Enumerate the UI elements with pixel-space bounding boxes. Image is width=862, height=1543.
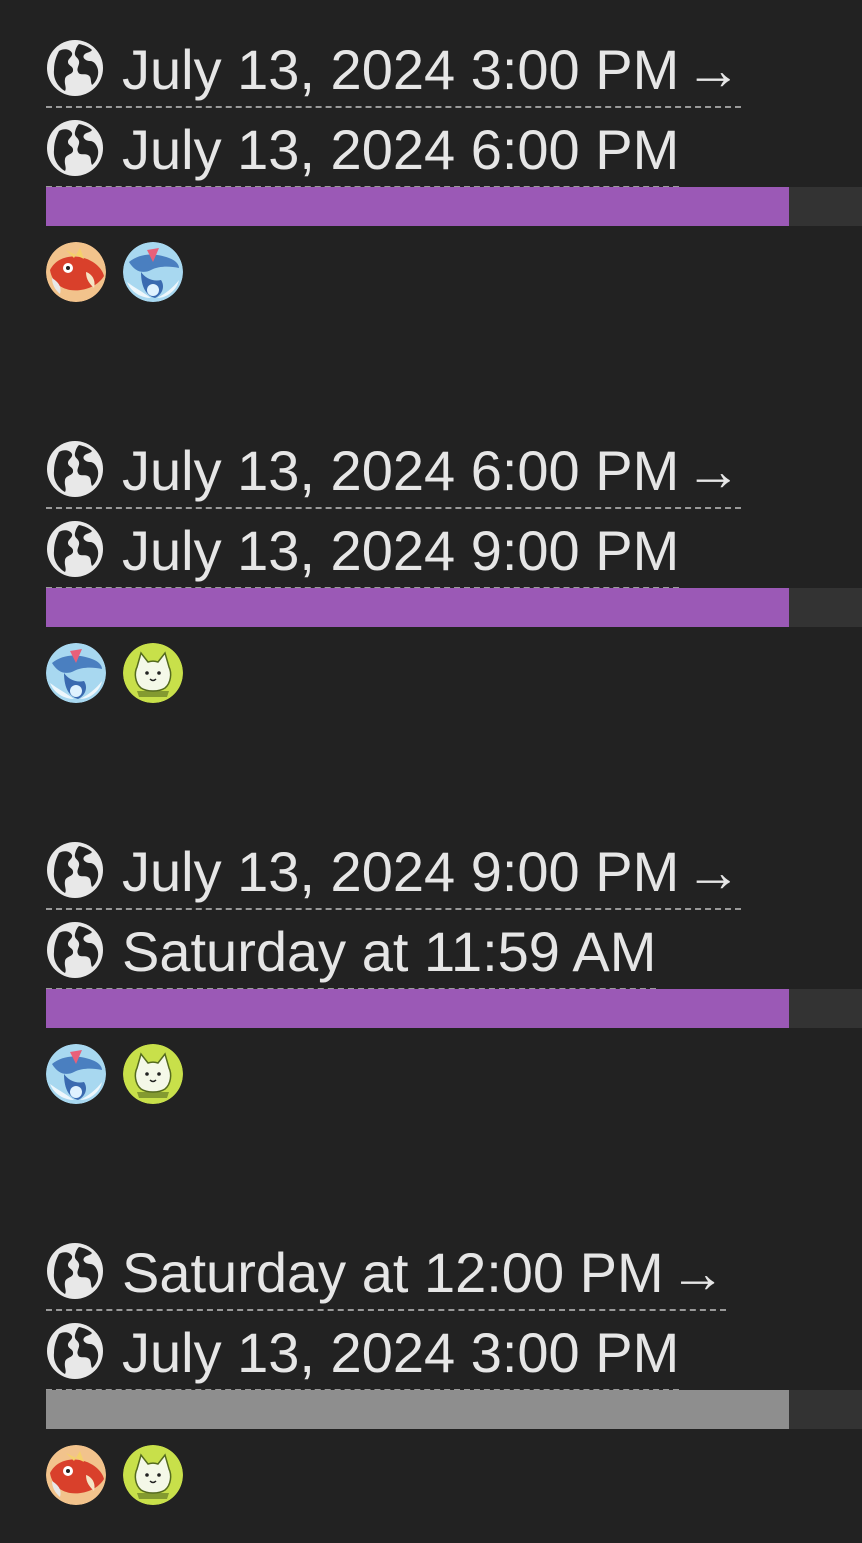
progress-bar xyxy=(46,588,862,627)
event-end-label: Saturday at 11:59 AM xyxy=(122,920,657,983)
gyarados-icon[interactable] xyxy=(46,1044,106,1104)
battle-cat-icon[interactable] xyxy=(123,1044,183,1104)
event-end-time[interactable]: July 13, 2024 9:00 PM xyxy=(46,519,680,589)
event-start-time[interactable]: July 13, 2024 3:00 PM → xyxy=(46,38,742,108)
event-item: July 13, 2024 6:00 PM → July 13, 2024 9:0… xyxy=(46,430,862,703)
event-start-row: Saturday at 12:00 PM → xyxy=(46,1232,862,1312)
globe-icon xyxy=(46,520,104,578)
progress-bar-fill xyxy=(46,187,789,226)
gyarados-icon[interactable] xyxy=(46,643,106,703)
globe-icon xyxy=(46,440,104,498)
globe-icon xyxy=(46,1322,104,1380)
event-item: Saturday at 12:00 PM → July 13, 2024 3:00… xyxy=(46,1232,862,1505)
progress-bar-fill xyxy=(46,1390,789,1429)
globe-icon xyxy=(46,841,104,899)
event-end-time[interactable]: Saturday at 11:59 AM xyxy=(46,920,657,990)
event-end-time[interactable]: July 13, 2024 3:00 PM xyxy=(46,1321,680,1391)
event-start-time[interactable]: Saturday at 12:00 PM → xyxy=(46,1242,726,1311)
progress-bar xyxy=(46,187,862,226)
magikarp-icon[interactable] xyxy=(46,1445,106,1505)
event-icons xyxy=(46,242,862,302)
event-end-row: July 13, 2024 9:00 PM xyxy=(46,510,862,590)
progress-bar-fill xyxy=(46,989,789,1028)
arrow-right-icon: → xyxy=(685,840,742,903)
globe-icon xyxy=(46,921,104,979)
event-end-label: July 13, 2024 9:00 PM xyxy=(122,519,680,582)
event-icons xyxy=(46,1445,862,1505)
event-start-time[interactable]: July 13, 2024 9:00 PM → xyxy=(46,840,742,910)
arrow-right-icon: → xyxy=(669,1241,726,1304)
event-start-label: July 13, 2024 6:00 PM xyxy=(122,439,680,502)
event-end-row: July 13, 2024 3:00 PM xyxy=(46,1312,862,1392)
magikarp-icon[interactable] xyxy=(46,242,106,302)
globe-icon xyxy=(46,39,104,97)
gyarados-icon[interactable] xyxy=(123,242,183,302)
event-end-label: July 13, 2024 6:00 PM xyxy=(122,118,680,181)
event-start-label: Saturday at 12:00 PM xyxy=(122,1241,664,1304)
arrow-right-icon: → xyxy=(685,38,742,101)
event-start-label: July 13, 2024 9:00 PM xyxy=(122,840,680,903)
event-item: July 13, 2024 3:00 PM → July 13, 2024 6:0… xyxy=(46,29,862,302)
globe-icon xyxy=(46,1242,104,1300)
progress-bar-fill xyxy=(46,588,789,627)
battle-cat-icon[interactable] xyxy=(123,643,183,703)
event-end-row: July 13, 2024 6:00 PM xyxy=(46,109,862,189)
globe-icon xyxy=(46,119,104,177)
event-start-row: July 13, 2024 3:00 PM → xyxy=(46,29,862,109)
event-start-time[interactable]: July 13, 2024 6:00 PM → xyxy=(46,439,742,509)
progress-bar xyxy=(46,989,862,1028)
event-end-label: July 13, 2024 3:00 PM xyxy=(122,1321,680,1384)
event-end-time[interactable]: July 13, 2024 6:00 PM xyxy=(46,118,680,188)
event-icons xyxy=(46,1044,862,1104)
event-start-row: July 13, 2024 6:00 PM → xyxy=(46,430,862,510)
event-start-row: July 13, 2024 9:00 PM → xyxy=(46,831,862,911)
progress-bar xyxy=(46,1390,862,1429)
battle-cat-icon[interactable] xyxy=(123,1445,183,1505)
event-item: July 13, 2024 9:00 PM → Saturday at 11:59… xyxy=(46,831,862,1104)
event-icons xyxy=(46,643,862,703)
event-end-row: Saturday at 11:59 AM xyxy=(46,911,862,991)
arrow-right-icon: → xyxy=(685,439,742,502)
event-start-label: July 13, 2024 3:00 PM xyxy=(122,38,680,101)
